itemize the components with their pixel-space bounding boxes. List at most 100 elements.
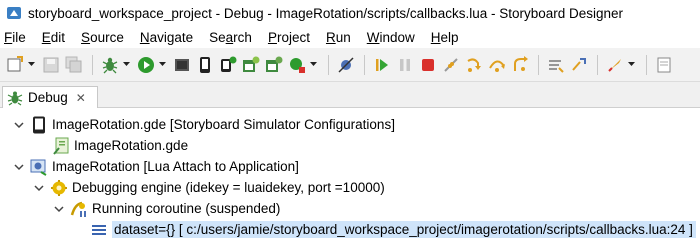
terminal-icon [175,58,189,71]
dropdown-arrow-icon [159,62,166,66]
menu-edit[interactable]: Edit [42,30,65,45]
engine-label: Debugging engine (idekey = luaidekey, po… [72,180,385,195]
menu-help[interactable]: Help [431,30,459,45]
skip-breakpoints-button[interactable] [335,54,357,76]
debug-view: Debug ✕ ImageRotation.gde [Storyboard Si… [0,82,700,243]
main-toolbar [0,48,700,82]
launch-1-child-label: ImageRotation.gde [74,138,189,153]
tree-row-frame[interactable]: dataset={} [ c:/users/jamie/storyboard_w… [0,219,700,240]
new-dropdown[interactable] [27,54,36,76]
step-into-icon [467,57,481,72]
save-all-icon [65,56,82,72]
debug-button[interactable] [99,54,121,76]
attach-app-icon [30,158,48,176]
menu-run[interactable]: Run [326,30,351,45]
tree-row-launch-1-child[interactable]: ImageRotation.gde [0,135,700,156]
debug-dropdown[interactable] [122,54,131,76]
step-over-button[interactable] [486,54,508,76]
tree-row-launch-2[interactable]: ImageRotation [Lua Attach to Application… [0,156,700,177]
toolbar-separator [597,54,598,75]
dropdown-arrow-icon [310,62,317,66]
disconnect-button[interactable] [440,54,462,76]
external-tools-dropdown[interactable] [627,54,636,76]
save-icon [43,57,59,72]
chevron-down-icon[interactable] [52,202,66,216]
tab-debug[interactable]: Debug ✕ [2,86,98,108]
storyboard-app-icon [7,7,21,19]
chevron-down-icon[interactable] [12,160,26,174]
menu-help-mnemonic: H [430,29,441,45]
device-simulator-icon [221,56,237,72]
window-title: storyboard_workspace_project - Debug - I… [28,5,624,21]
menu-window-mnemonic: W [366,29,380,45]
device-icon [30,116,48,134]
drop-to-frame-icon [572,57,586,71]
menu-edit-mnemonic: E [41,29,51,45]
run-external-dropdown[interactable] [309,54,318,76]
import-button[interactable] [263,54,285,76]
title-bar: storyboard_workspace_project - Debug - I… [0,0,700,26]
save-all-button[interactable] [63,54,85,76]
skip-breakpoints-icon [338,56,354,73]
menu-search[interactable]: Search [209,30,252,45]
toolbar-separator [364,54,365,75]
launch-2-label: ImageRotation [Lua Attach to Application… [52,159,299,174]
external-tools-button[interactable] [604,54,626,76]
step-return-icon [514,55,528,71]
menu-navigate-mnemonic: N [139,29,150,45]
menu-search-rest: rch [233,29,252,45]
suspend-button[interactable] [394,54,416,76]
run-icon [138,56,154,73]
menu-run-rest: un [335,29,351,45]
debug-tree: ImageRotation.gde [Storyboard Simulator … [0,108,700,240]
run-external-button[interactable] [286,54,308,76]
step-return-button[interactable] [509,54,531,76]
import-icon [266,56,283,72]
tree-row-launch-1[interactable]: ImageRotation.gde [Storyboard Simulator … [0,114,700,135]
new-button[interactable] [4,54,26,76]
export-button[interactable] [240,54,262,76]
menu-run-mnemonic: R [325,29,336,45]
device-icon [200,56,210,73]
step-over-icon [489,60,505,72]
thread-label: Running coroutine (suspended) [92,201,281,216]
frame-label: dataset={} [ c:/users/jamie/storyboard_w… [112,221,696,238]
dropdown-arrow-icon [28,62,35,66]
close-icon[interactable]: ✕ [76,92,86,104]
resume-button[interactable] [371,54,393,76]
tree-row-thread[interactable]: Running coroutine (suspended) [0,198,700,219]
menu-source[interactable]: Source [81,30,124,45]
open-perspective-button[interactable] [653,54,675,76]
step-into-button[interactable] [463,54,485,76]
menu-file-rest: ile [12,29,26,45]
terminal-button[interactable] [171,54,193,76]
disconnect-icon [444,57,458,72]
run-dropdown[interactable] [158,54,167,76]
drop-to-frame-button[interactable] [568,54,590,76]
menu-file[interactable]: File [4,30,26,45]
use-step-filters-button[interactable] [545,54,567,76]
device-simulator-button[interactable] [217,54,239,76]
menu-navigate-rest: avigate [149,29,194,45]
menu-window-rest: indow [379,29,415,45]
save-button[interactable] [40,54,62,76]
new-file-icon [7,55,23,71]
launch-1-label: ImageRotation.gde [Storyboard Simulator … [52,117,395,132]
terminate-icon [422,58,434,71]
tree-row-engine[interactable]: Debugging engine (idekey = luaidekey, po… [0,177,700,198]
chevron-down-icon[interactable] [32,181,46,195]
menu-source-rest: ource [90,29,124,45]
toolbar-separator [646,54,647,75]
step-filters-icon [549,59,564,73]
stack-frame-icon [90,221,108,239]
terminate-button[interactable] [417,54,439,76]
device-button[interactable] [194,54,216,76]
menu-navigate[interactable]: Navigate [140,30,193,45]
debug-bug-icon [102,57,118,73]
menu-project[interactable]: Project [268,30,310,45]
chevron-down-icon[interactable] [12,118,26,132]
debug-bug-icon [7,91,23,105]
run-button[interactable] [135,54,157,76]
dropdown-arrow-icon [628,62,635,66]
menu-window[interactable]: Window [367,30,415,45]
